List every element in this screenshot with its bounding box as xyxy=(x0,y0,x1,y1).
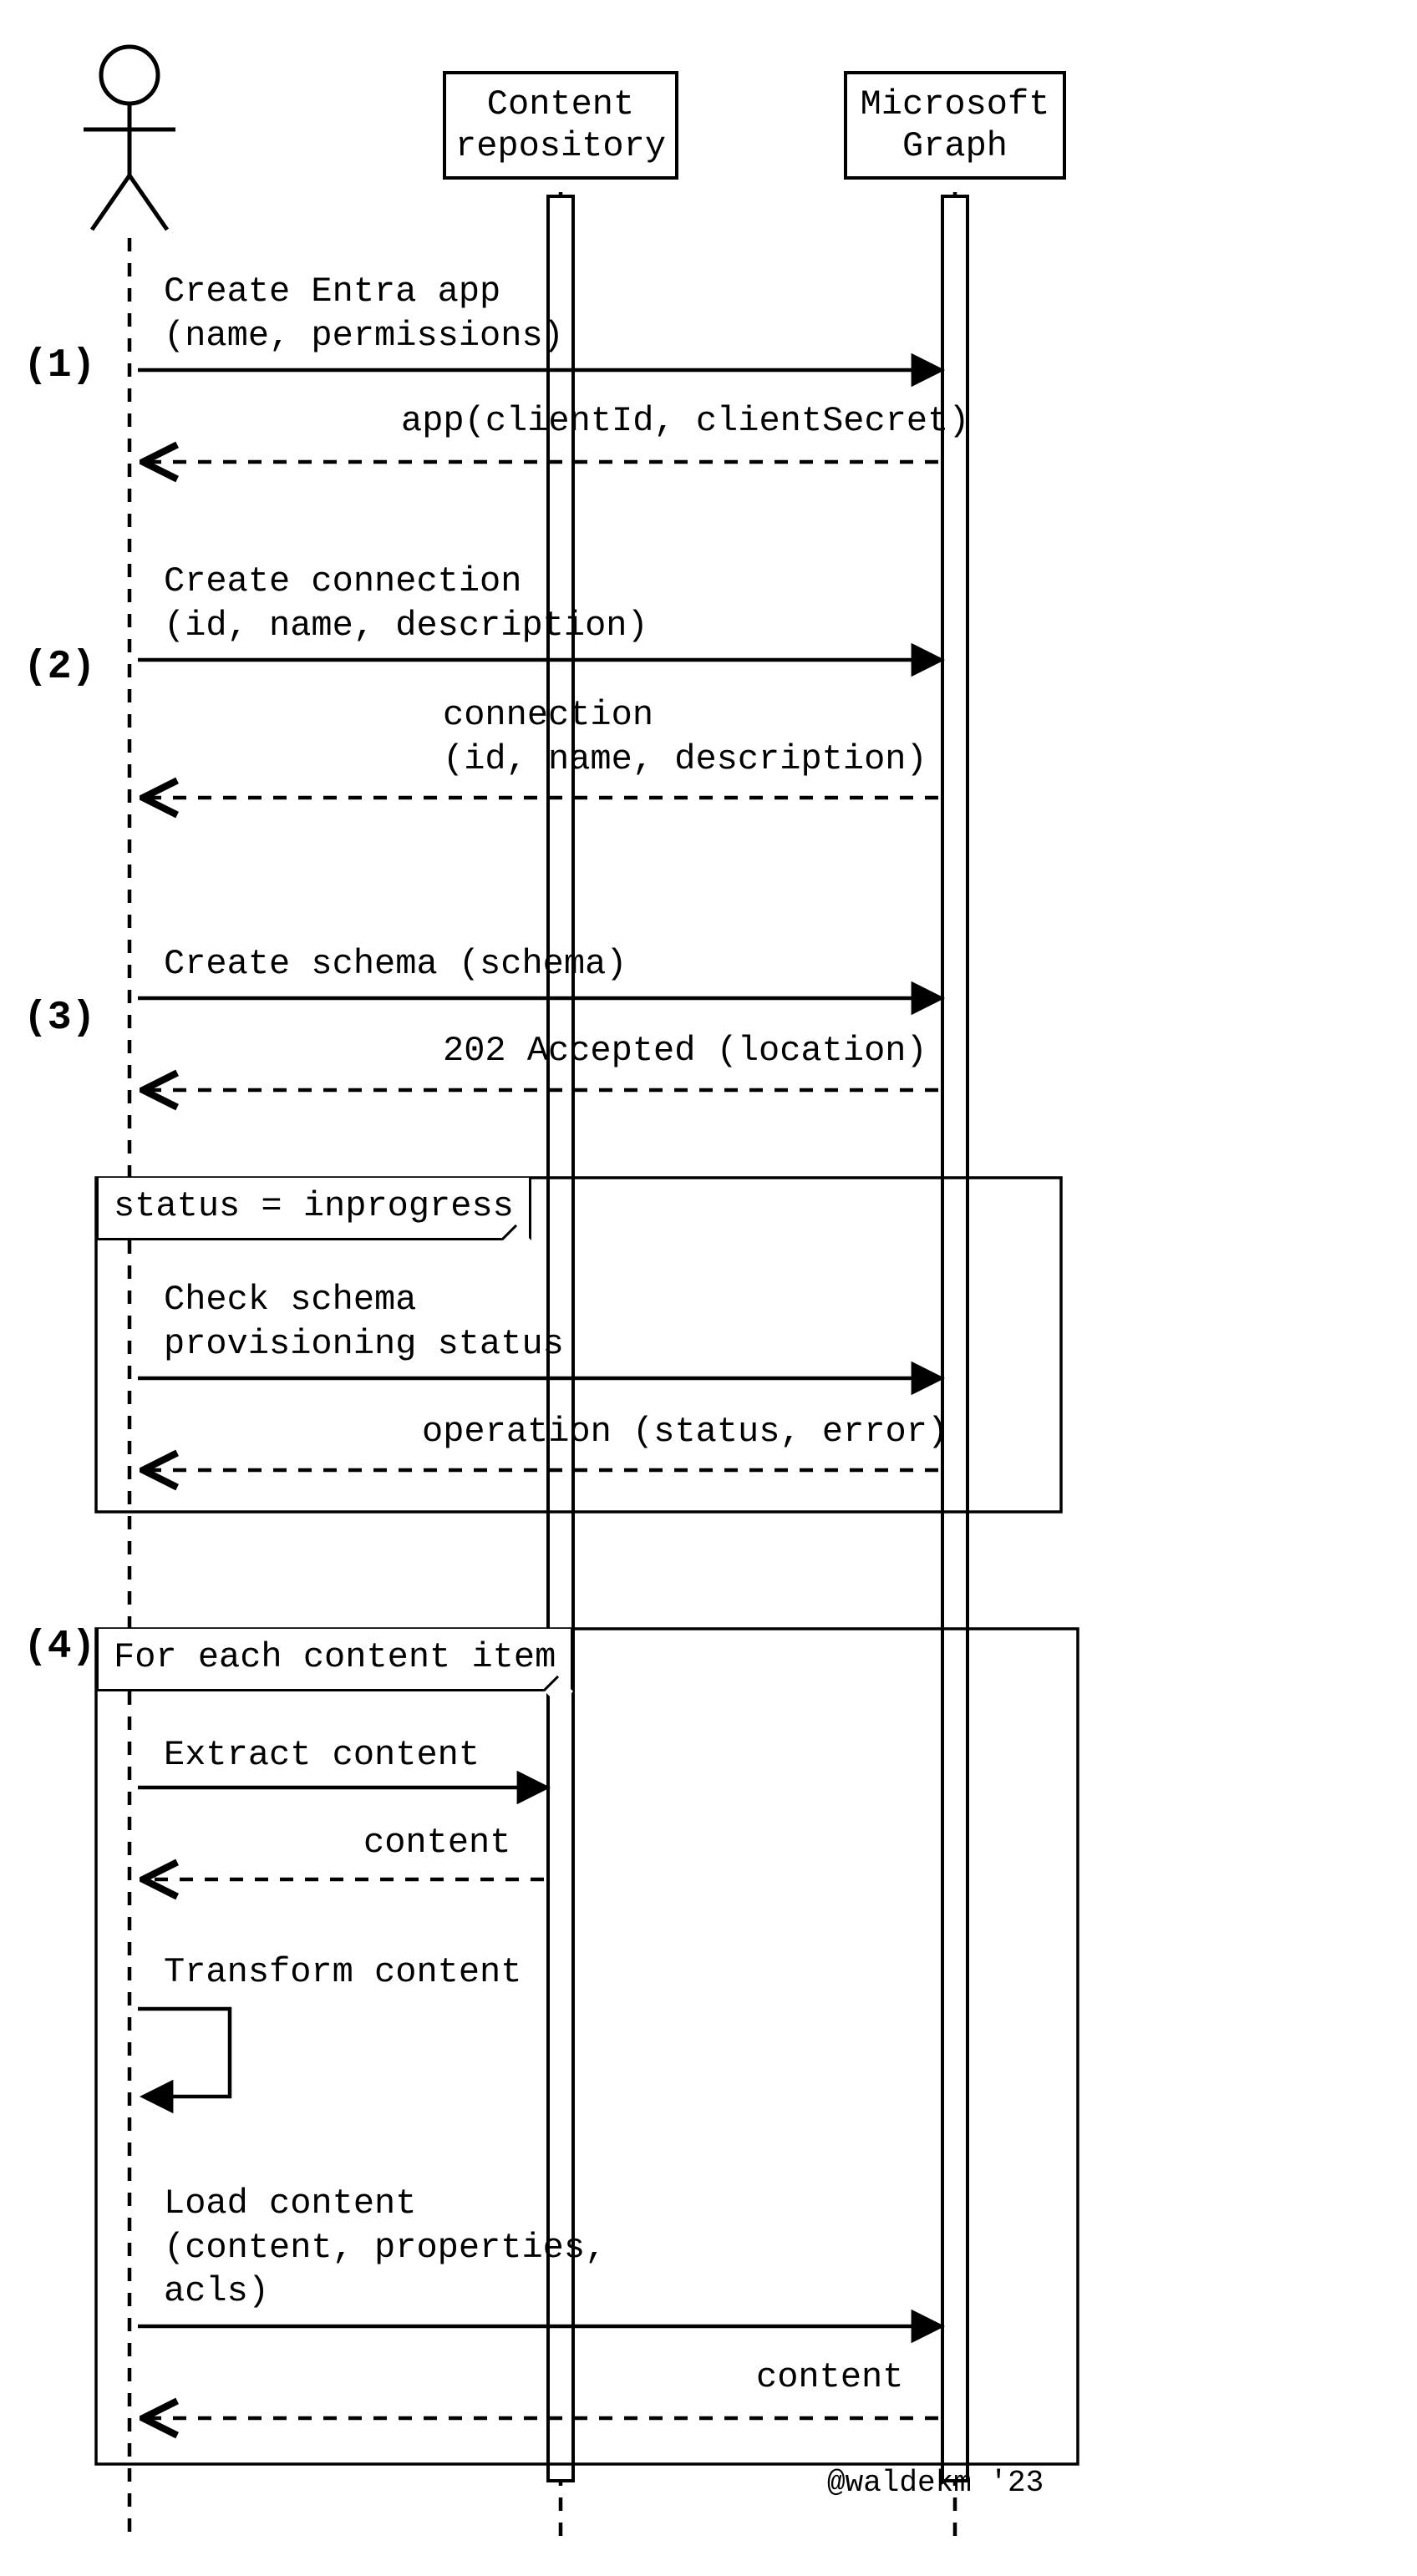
activation-ms-graph xyxy=(942,196,968,2481)
loop-status-tab: status = inprogress xyxy=(96,1178,531,1240)
step-4-label: (4) xyxy=(23,1625,95,1670)
actor-icon xyxy=(84,47,175,230)
credit-text: @waldekm '23 xyxy=(827,2466,1044,2500)
msg-transform-content xyxy=(138,2009,230,2097)
label-connection-return: connection (id, name, description) xyxy=(443,693,927,781)
label-content-return-2: content xyxy=(756,2355,903,2400)
label-transform-content: Transform content xyxy=(164,1950,521,1995)
label-operation-return: operation (status, error) xyxy=(422,1410,948,1454)
label-create-entra-app: Create Entra app (name, permissions) xyxy=(164,270,564,357)
step-3-label: (3) xyxy=(23,996,95,1041)
step-2-label: (2) xyxy=(23,645,95,690)
label-load-content: Load content (content, properties, acls) xyxy=(164,2182,606,2314)
label-check-status: Check schema provisioning status xyxy=(164,1278,564,1366)
sequence-diagram: Content repository Microsoft Graph (1) (… xyxy=(0,0,1417,2576)
label-create-schema: Create schema (schema) xyxy=(164,942,627,986)
step-1-label: (1) xyxy=(23,343,95,388)
label-accepted-return: 202 Accepted (location) xyxy=(443,1029,927,1073)
label-extract-content: Extract content xyxy=(164,1733,480,1777)
loop-content-tab: For each content item xyxy=(96,1629,573,1691)
label-content-return-1: content xyxy=(363,1821,510,1865)
label-create-connection: Create connection (id, name, description… xyxy=(164,560,648,647)
participant-microsoft-graph: Microsoft Graph xyxy=(844,71,1066,180)
participant-content-repository: Content repository xyxy=(443,71,678,180)
label-app-return: app(clientId, clientSecret) xyxy=(401,399,970,444)
